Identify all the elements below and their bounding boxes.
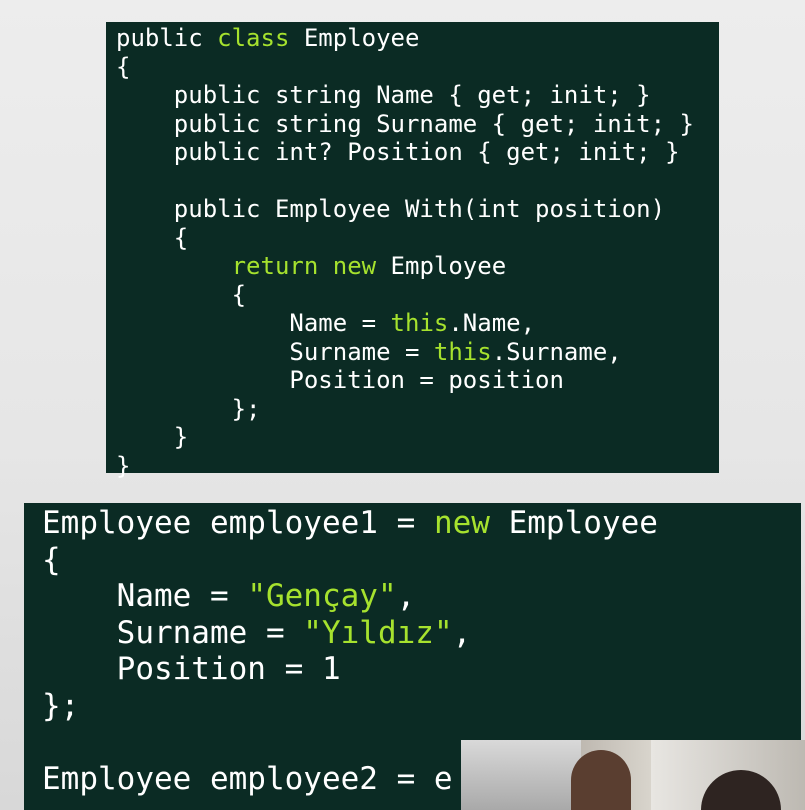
webcam-overlay [461,740,805,810]
code-line-10: { [116,280,247,309]
code-block-employee-class: public class Employee { public string Na… [106,22,719,480]
code-token: Surname = [42,614,304,651]
keyword-return-new: return new [231,252,377,280]
code-line-4: Surname = "Yıldız", [42,614,472,651]
code-line-5: Position = 1 [42,651,341,688]
code-token: Employee employee1 = [42,505,434,541]
keyword-this: this [390,309,449,337]
code-line-1: Employee employee1 = new Employee [42,505,658,541]
code-token: .Name, [448,309,536,337]
code-line-13: Position = position [116,366,564,394]
code-token: Surname = [116,337,434,366]
code-line-3: Name = "Gençay", [42,578,416,615]
code-line-2: { [116,52,131,81]
code-line-15: } [116,423,189,451]
code-line-8: { [116,223,189,252]
code-line-5: public int? Position { get; init; } [116,138,680,166]
keyword-new: new [433,505,490,541]
code-line-9: return new Employee [116,252,507,280]
code-line-6: }; [42,687,80,724]
code-token: Name = [116,309,391,337]
code-line-12: Surname = this.Surname, [116,337,622,366]
code-token: public [116,24,218,52]
webcam-person [571,750,631,810]
code-line-2: { [42,541,61,578]
webcam-background-shelf [461,740,581,810]
keyword-this: this [433,337,492,366]
code-token: Name = [42,578,248,615]
code-token: , [396,578,416,615]
code-line-16: } [116,451,131,480]
code-token: .Surname, [491,337,622,366]
code-token: Employee [376,252,507,280]
code-line-7: public Employee With(int position) [116,195,666,223]
code-line-8: Employee employee2 = e [42,761,453,798]
string-literal: "Yıldız" [303,614,453,651]
code-panel-employee-class: public class Employee { public string Na… [106,22,719,480]
keyword-class: class [217,24,290,52]
code-line-3: public string Name { get; init; } [116,81,651,109]
code-token: , [452,614,472,651]
code-line-1: public class Employee [116,24,419,52]
code-token: Employee [289,24,420,52]
code-line-11: Name = this.Name, [116,309,535,337]
string-literal: "Gençay" [247,578,397,615]
code-line-4: public string Surname { get; init; } [116,109,694,138]
code-line-14: }; [116,394,261,423]
code-token: Employee [489,505,658,541]
